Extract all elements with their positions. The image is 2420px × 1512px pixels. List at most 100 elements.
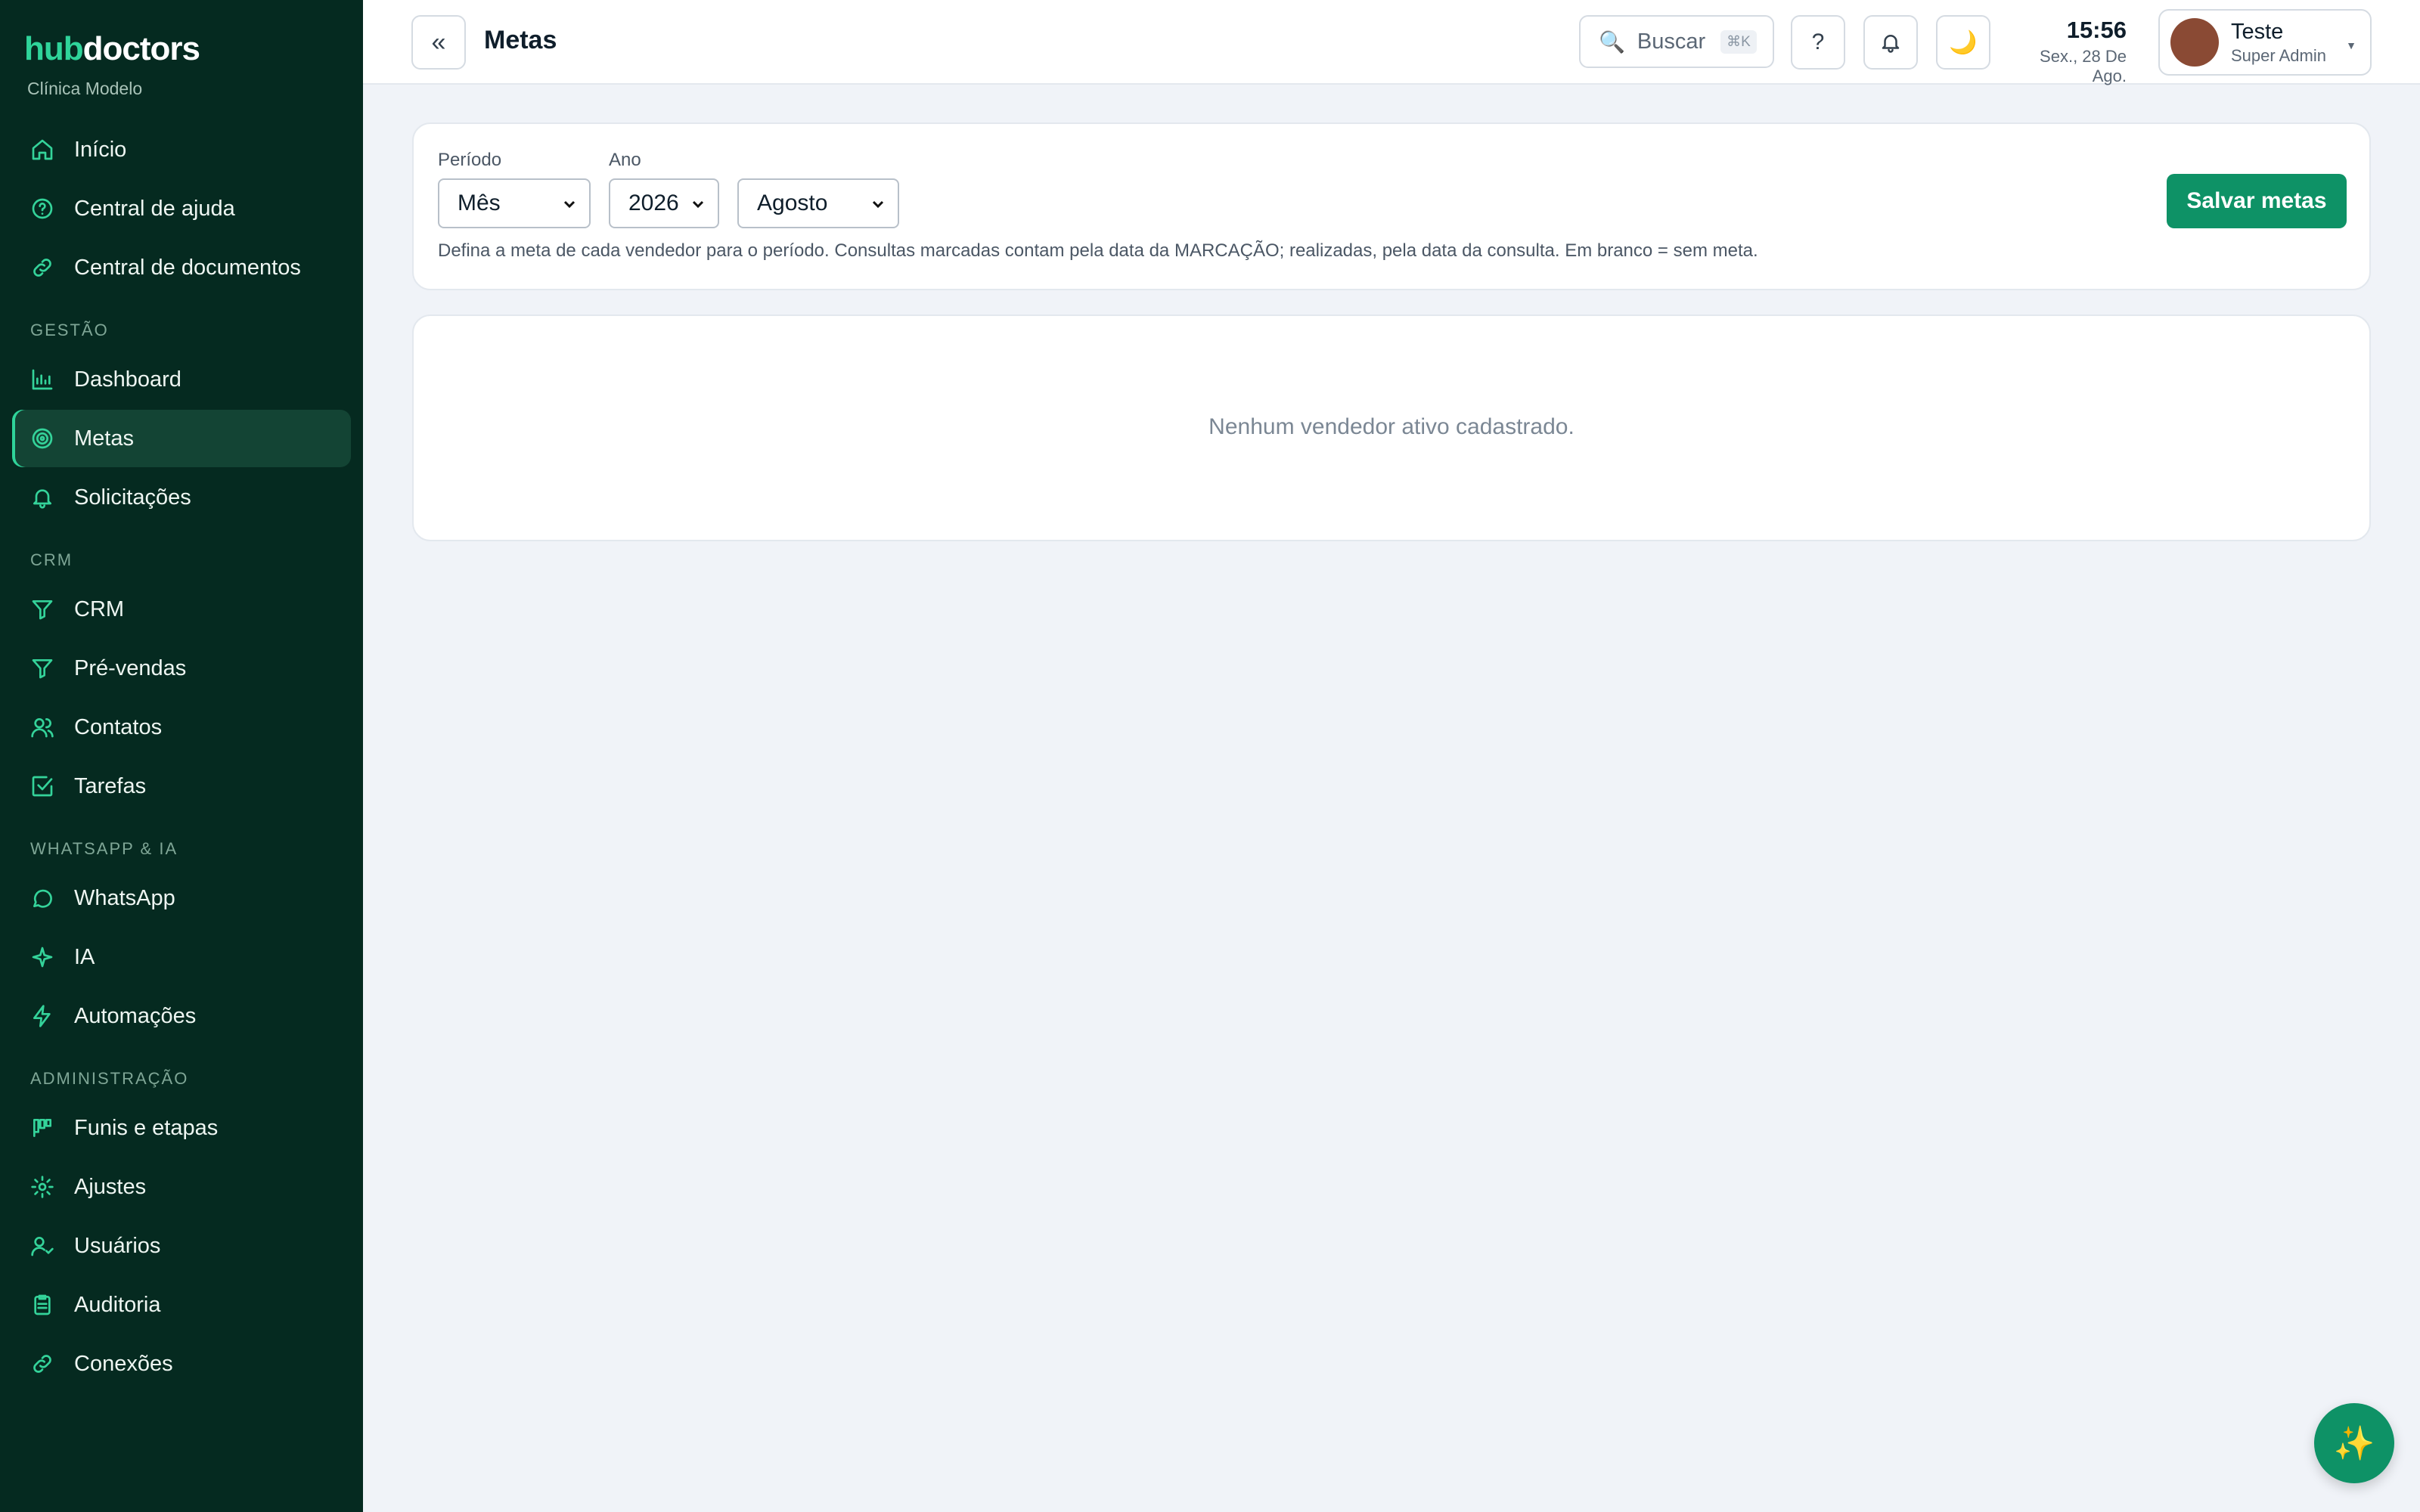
clock: 15:56 Sex., 28 De Ago. (2009, 17, 2127, 86)
brand-logo-part-doctors: doctors (82, 30, 200, 67)
sidebar-item-automacoes[interactable]: Automações (12, 987, 351, 1045)
sidebar-item-label: Tarefas (74, 773, 147, 798)
user-menu[interactable]: Teste Super Admin ▼ (2158, 9, 2372, 76)
clipboard-icon (30, 1293, 54, 1317)
sidebar-item-label: Metas (74, 426, 134, 451)
sidebar-item-tarefas[interactable]: Tarefas (12, 758, 351, 815)
sidebar-item-label: Central de ajuda (74, 196, 235, 221)
sidebar-item-auditoria[interactable]: Auditoria (12, 1276, 351, 1334)
sidebar-item-ia[interactable]: IA (12, 928, 351, 986)
sidebar-item-label: WhatsApp (74, 885, 175, 910)
bell-icon (30, 485, 54, 510)
sidebar: hubdoctors Clínica Modelo Início Central… (0, 0, 363, 1512)
home-icon (30, 138, 54, 162)
sidebar-item-pre-vendas[interactable]: Pré-vendas (12, 640, 351, 697)
sidebar-item-crm[interactable]: CRM (12, 581, 351, 638)
funnel-icon (30, 597, 54, 621)
sidebar-item-label: Funis e etapas (74, 1115, 219, 1140)
period-select[interactable]: Mês (438, 178, 591, 228)
link-icon (30, 256, 54, 280)
sidebar-item-label: Início (74, 137, 127, 162)
sidebar-item-central-de-ajuda[interactable]: Central de ajuda (12, 180, 351, 237)
sidebar-item-central-de-documentos[interactable]: Central de documentos (12, 239, 351, 296)
avatar (2170, 18, 2219, 67)
sidebar-item-metas[interactable]: Metas (12, 410, 351, 467)
year-select[interactable]: 2026 (609, 178, 719, 228)
user-role: Super Admin (2231, 45, 2326, 65)
sidebar-item-label: Conexões (74, 1351, 173, 1376)
month-select-value: Agosto (757, 191, 828, 215)
sidebar-item-label: IA (74, 944, 95, 969)
sparkles-icon: ✨ (2333, 1425, 2375, 1462)
clock-time: 15:56 (2066, 17, 2127, 43)
sidebar-item-dashboard[interactable]: Dashboard (12, 351, 351, 408)
sidebar-item-usuarios[interactable]: Usuários (12, 1217, 351, 1275)
sidebar-item-label: Central de documentos (74, 255, 301, 280)
sidebar-item-label: Automações (74, 1003, 197, 1028)
brand-logo-part-hub: hub (24, 30, 84, 67)
sidebar-item-label: Contatos (74, 714, 163, 739)
sidebar-section-gestao: GESTÃO (30, 321, 109, 339)
funnel-icon (30, 656, 54, 680)
sidebar-item-solicitacoes[interactable]: Solicitações (12, 469, 351, 526)
chevron-down-icon: ▼ (2346, 39, 2356, 51)
clock-date: Sex., 28 De Ago. (2040, 47, 2127, 85)
theme-toggle-button[interactable]: 🌙 (1936, 15, 1990, 70)
sidebar-section-crm: CRM (30, 550, 73, 569)
search-button[interactable]: 🔍 Buscar ⌘K (1579, 15, 1774, 68)
chevron-down-icon (689, 194, 707, 212)
sidebar-item-label: Ajustes (74, 1174, 147, 1199)
sidebar-item-label: Usuários (74, 1233, 161, 1258)
year-select-value: 2026 (628, 191, 679, 215)
sidebar-item-contatos[interactable]: Contatos (12, 699, 351, 756)
ai-assistant-button[interactable]: ✨ (2314, 1403, 2394, 1483)
period-select-value: Mês (458, 191, 501, 215)
sidebar-item-inicio[interactable]: Início (12, 121, 351, 178)
user-check-icon (30, 1234, 54, 1258)
chevron-down-icon (560, 194, 579, 212)
target-icon (30, 426, 54, 451)
month-select[interactable]: Agosto (737, 178, 899, 228)
sidebar-item-ajustes[interactable]: Ajustes (12, 1158, 351, 1216)
sidebar-nav: Início Central de ajuda Central de docum… (12, 121, 351, 1394)
user-name: Teste (2231, 19, 2284, 44)
user-info: Teste Super Admin (2231, 20, 2326, 66)
goals-hint-text: Defina a meta de cada vendedor para o pe… (438, 240, 1758, 261)
lightning-icon (30, 1004, 54, 1028)
link-icon (30, 1352, 54, 1376)
brand-logo[interactable]: hubdoctors (24, 30, 200, 68)
year-label: Ano (609, 150, 641, 170)
notifications-button[interactable] (1863, 15, 1918, 70)
clinic-name: Clínica Modelo (27, 79, 143, 98)
sidebar-item-label: Pré-vendas (74, 655, 187, 680)
search-shortcut: ⌘K (1720, 29, 1757, 54)
sidebar-section-administracao: ADMINISTRAÇÃO (30, 1069, 189, 1088)
sparkle-icon (30, 945, 54, 969)
top-header: « Metas 🔍 Buscar ⌘K ? 🌙 15:56 Sex., 28 D… (363, 0, 2420, 85)
sidebar-item-label: CRM (74, 596, 125, 621)
collapse-sidebar-button[interactable]: « (411, 15, 466, 70)
bar-chart-icon (30, 367, 54, 392)
sidebar-item-funis-e-etapas[interactable]: Funis e etapas (12, 1099, 351, 1157)
sidebar-item-whatsapp[interactable]: WhatsApp (12, 869, 351, 927)
sidebar-item-label: Auditoria (74, 1292, 161, 1317)
save-goals-button[interactable]: Salvar metas (2167, 174, 2347, 228)
period-label: Período (438, 150, 502, 170)
checkbox-icon (30, 774, 54, 798)
bell-icon (1879, 31, 1902, 54)
sidebar-item-label: Solicitações (74, 485, 191, 510)
users-icon (30, 715, 54, 739)
sidebar-item-label: Dashboard (74, 367, 182, 392)
page-title: Metas (484, 26, 557, 54)
chevron-down-icon (869, 194, 887, 212)
moon-icon: 🌙 (1949, 29, 1978, 55)
search-label: Buscar (1637, 29, 1706, 54)
empty-state-message: Nenhum vendedor ativo cadastrado. (1208, 414, 1575, 439)
sellers-goals-card: Nenhum vendedor ativo cadastrado. (412, 314, 2371, 541)
gear-icon (30, 1175, 54, 1199)
sidebar-item-conexoes[interactable]: Conexões (12, 1335, 351, 1393)
search-icon: 🔍 (1599, 29, 1625, 54)
help-button[interactable]: ? (1791, 15, 1845, 70)
chat-icon (30, 886, 54, 910)
sidebar-section-whatsapp-ia: WHATSAPP & IA (30, 839, 178, 858)
